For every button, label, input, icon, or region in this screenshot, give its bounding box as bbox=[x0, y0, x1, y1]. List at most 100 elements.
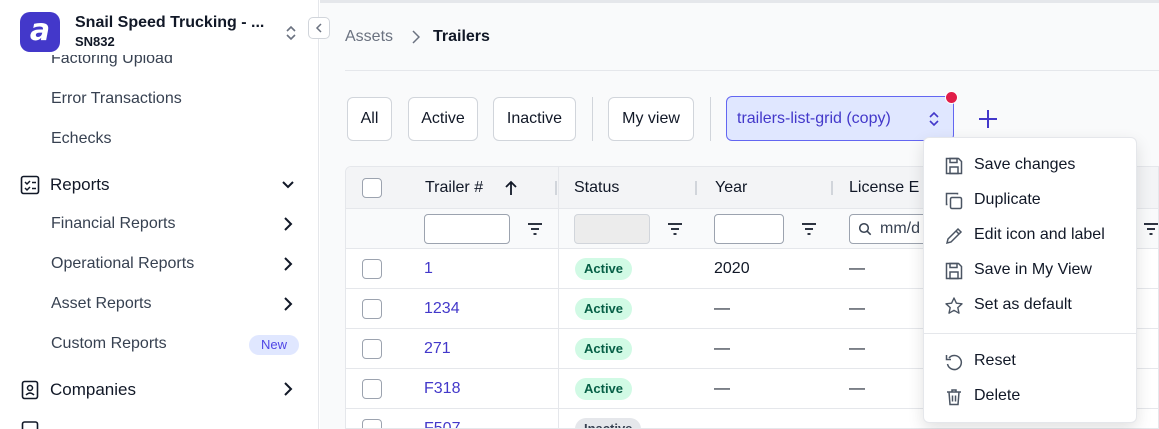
filter-icon[interactable] bbox=[1143, 222, 1159, 236]
menu-item-label: Edit icon and label bbox=[974, 226, 1105, 243]
pencil-icon bbox=[945, 227, 963, 245]
sidebar-item-error-transactions[interactable]: Error Transactions bbox=[51, 90, 182, 108]
search-icon bbox=[858, 222, 872, 236]
row-checkbox[interactable] bbox=[362, 299, 382, 319]
status-filter-select[interactable] bbox=[574, 214, 650, 244]
filter-icon[interactable] bbox=[527, 222, 543, 236]
collapse-sidebar-button[interactable] bbox=[308, 17, 330, 39]
breadcrumb-trailers: Trailers bbox=[433, 28, 490, 45]
filter-divider bbox=[710, 97, 711, 141]
sidebar-item-custom-reports[interactable]: Custom Reports bbox=[51, 335, 167, 353]
view-select-value: trailers-list-grid (copy) bbox=[737, 110, 891, 127]
row-checkbox[interactable] bbox=[362, 419, 382, 428]
companies-icon bbox=[21, 380, 39, 400]
view-options-menu: Save changes Duplicate Edit icon and lab… bbox=[923, 137, 1137, 423]
sidebar-item-echecks[interactable]: Echecks bbox=[51, 130, 111, 148]
column-divider bbox=[558, 167, 559, 428]
sidebar-item-asset-reports[interactable]: Asset Reports bbox=[51, 295, 151, 313]
trailer-link[interactable]: 1234 bbox=[424, 300, 460, 318]
column-header-license[interactable]: License E bbox=[849, 179, 919, 197]
my-view-button[interactable]: My view bbox=[608, 97, 694, 141]
company-logo: a bbox=[20, 12, 60, 52]
menu-item-save-changes[interactable]: Save changes bbox=[924, 150, 1136, 182]
license-cell: — bbox=[849, 260, 865, 277]
status-badge: Inactive bbox=[575, 418, 642, 428]
breadcrumb: Assets Trailers bbox=[345, 28, 490, 46]
column-header-year[interactable]: Year bbox=[715, 179, 747, 197]
chevron-right-icon bbox=[412, 30, 420, 44]
menu-item-label: Duplicate bbox=[974, 191, 1041, 208]
chevron-up-down-icon bbox=[286, 25, 296, 41]
filter-icon[interactable] bbox=[667, 222, 683, 236]
column-resizer[interactable] bbox=[555, 181, 557, 195]
reports-icon bbox=[20, 175, 40, 195]
year-cell: — bbox=[714, 300, 730, 317]
chevron-up-down-icon bbox=[929, 111, 939, 127]
menu-item-edit-icon-and-label[interactable]: Edit icon and label bbox=[924, 220, 1136, 252]
sidebar-section-companies-label: Companies bbox=[50, 380, 136, 399]
top-border bbox=[320, 0, 1159, 3]
duplicate-icon bbox=[945, 192, 963, 210]
view-select[interactable]: trailers-list-grid (copy) bbox=[726, 96, 954, 141]
year-filter-input[interactable] bbox=[714, 214, 784, 244]
sidebar: Factoring Upload Error Transactions Eche… bbox=[0, 0, 319, 429]
trailer-link[interactable]: 271 bbox=[424, 340, 451, 358]
filter-inactive-button[interactable]: Inactive bbox=[493, 97, 576, 141]
chevron-right-icon bbox=[284, 217, 293, 231]
sidebar-item-financial-reports[interactable]: Financial Reports bbox=[51, 215, 176, 233]
add-view-icon[interactable] bbox=[976, 107, 1000, 131]
row-checkbox[interactable] bbox=[362, 379, 382, 399]
menu-item-delete[interactable]: Delete bbox=[924, 381, 1136, 413]
status-badge: Active bbox=[575, 258, 633, 280]
org-name: Snail Speed Trucking - ... bbox=[75, 14, 265, 31]
status-badge: Active bbox=[575, 338, 633, 360]
reset-icon bbox=[945, 354, 963, 371]
org-id: SN832 bbox=[75, 34, 115, 49]
filter-icon[interactable] bbox=[801, 222, 817, 236]
trailer-link[interactable]: F507 bbox=[424, 420, 460, 428]
unsaved-changes-dot bbox=[945, 91, 958, 104]
license-cell: — bbox=[849, 340, 865, 357]
menu-item-label: Set as default bbox=[974, 296, 1072, 313]
chevron-down-icon[interactable] bbox=[281, 180, 295, 190]
column-header-status[interactable]: Status bbox=[574, 179, 619, 197]
sidebar-item-operational-reports[interactable]: Operational Reports bbox=[51, 255, 194, 273]
save-icon bbox=[945, 262, 963, 280]
org-switcher[interactable]: a Snail Speed Trucking - ... SN832 bbox=[0, 0, 318, 55]
chevron-left-icon bbox=[315, 23, 322, 33]
menu-item-reset[interactable]: Reset bbox=[924, 346, 1136, 378]
chevron-right-icon[interactable] bbox=[282, 382, 294, 396]
year-cell: — bbox=[714, 420, 730, 429]
sort-ascending-icon[interactable] bbox=[504, 180, 518, 196]
year-cell: 2020 bbox=[714, 260, 750, 277]
status-badge: Active bbox=[575, 378, 633, 400]
column-resizer[interactable] bbox=[831, 181, 833, 195]
save-icon bbox=[945, 157, 963, 175]
filter-divider bbox=[592, 97, 593, 141]
trailer-link[interactable]: 1 bbox=[424, 260, 433, 278]
row-checkbox[interactable] bbox=[362, 339, 382, 359]
trailer-link[interactable]: F318 bbox=[424, 380, 460, 398]
column-header-trailer[interactable]: Trailer # bbox=[425, 179, 483, 197]
partial-nav-icon bbox=[21, 421, 39, 429]
menu-item-label: Reset bbox=[974, 352, 1016, 369]
menu-item-duplicate[interactable]: Duplicate bbox=[924, 185, 1136, 217]
menu-item-set-as-default[interactable]: Set as default bbox=[924, 290, 1136, 322]
menu-item-save-in-my-view[interactable]: Save in My View bbox=[924, 255, 1136, 287]
year-cell: — bbox=[714, 340, 730, 357]
chevron-right-icon bbox=[284, 297, 293, 311]
filter-active-button[interactable]: Active bbox=[408, 97, 478, 141]
status-badge: Active bbox=[575, 298, 633, 320]
select-all-checkbox[interactable] bbox=[362, 178, 382, 198]
trailer-filter-input[interactable] bbox=[424, 214, 510, 244]
license-cell: — bbox=[849, 420, 865, 429]
menu-item-label: Save in My View bbox=[974, 261, 1092, 278]
breadcrumb-assets[interactable]: Assets bbox=[345, 28, 393, 45]
trash-icon bbox=[947, 389, 961, 406]
filter-all-button[interactable]: All bbox=[347, 97, 392, 141]
menu-item-label: Delete bbox=[974, 387, 1021, 404]
menu-item-label: Save changes bbox=[974, 156, 1076, 173]
column-resizer[interactable] bbox=[695, 181, 697, 195]
menu-divider bbox=[924, 333, 1136, 334]
row-checkbox[interactable] bbox=[362, 259, 382, 279]
